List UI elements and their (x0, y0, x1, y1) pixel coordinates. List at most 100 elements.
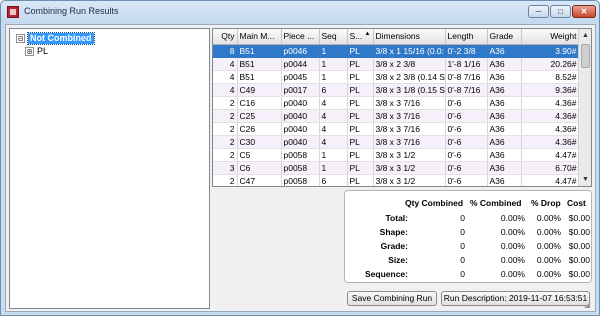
table-row[interactable]: 2 C47 p0058 6 PL 3/8 x 3 1/2 0'-6 A36 4.47# (213, 174, 580, 186)
cell-piece[interactable]: p0040 (281, 122, 320, 136)
column-header-length[interactable]: Length (445, 29, 488, 45)
cell-shape[interactable]: PL (347, 148, 374, 162)
cell-qty[interactable]: 4 (213, 57, 238, 71)
cell-weight[interactable]: 9.36# (521, 83, 580, 97)
cell-piece[interactable]: p0058 (281, 174, 320, 186)
cell-weight[interactable]: 4.36# (521, 96, 580, 110)
cell-piece[interactable]: p0040 (281, 96, 320, 110)
cell-weight[interactable]: 3.90# (521, 44, 580, 58)
cell-dimensions[interactable]: 3/8 x 2 3/8 (0.14 S (373, 70, 446, 84)
cell-length[interactable]: 0'-6 (445, 109, 488, 123)
cell-weight[interactable]: 4.36# (521, 109, 580, 123)
cell-grade[interactable]: A36 (487, 83, 522, 97)
minimize-button[interactable]: ─ (528, 5, 549, 18)
maximize-button[interactable]: □ (550, 5, 571, 18)
cell-main-member[interactable]: C47 (237, 174, 282, 186)
cell-weight[interactable]: 8.52# (521, 70, 580, 84)
cell-dimensions[interactable]: 3/8 x 2 3/8 (373, 57, 446, 71)
cell-grade[interactable]: A36 (487, 44, 522, 58)
cell-qty[interactable]: 4 (213, 83, 238, 97)
cell-piece[interactable]: p0040 (281, 135, 320, 149)
cell-length[interactable]: 0'-6 (445, 161, 488, 175)
cell-qty[interactable]: 8 (213, 44, 238, 58)
cell-main-member[interactable]: C5 (237, 148, 282, 162)
cell-shape[interactable]: PL (347, 174, 374, 186)
cell-shape[interactable]: PL (347, 83, 374, 97)
cell-piece[interactable]: p0044 (281, 57, 320, 71)
grid-vertical-scrollbar[interactable]: ▲ ▼ (578, 29, 591, 186)
cell-dimensions[interactable]: 3/8 x 3 7/16 (373, 135, 446, 149)
cell-seq[interactable]: 1 (319, 70, 348, 84)
cell-seq[interactable]: 1 (319, 57, 348, 71)
cell-weight[interactable]: 4.47# (521, 148, 580, 162)
cell-length[interactable]: 0'-8 7/16 (445, 70, 488, 84)
group-tree[interactable]: ⊟ Not Combined ⊞ PL (9, 28, 210, 309)
title-bar[interactable]: Combining Run Results ─ □ ✕ (1, 1, 599, 23)
cell-grade[interactable]: A36 (487, 70, 522, 84)
cell-length[interactable]: 0'-6 (445, 174, 488, 186)
column-header-seq[interactable]: Seq (319, 29, 348, 45)
table-row[interactable]: 2 C5 p0058 1 PL 3/8 x 3 1/2 0'-6 A36 4.47# (213, 148, 580, 162)
cell-weight[interactable]: 6.70# (521, 161, 580, 175)
cell-dimensions[interactable]: 3/8 x 1 15/16 (0.0: (373, 44, 446, 58)
cell-dimensions[interactable]: 3/8 x 3 7/16 (373, 109, 446, 123)
cell-dimensions[interactable]: 3/8 x 3 1/8 (0.15 S (373, 83, 446, 97)
cell-shape[interactable]: PL (347, 44, 374, 58)
cell-grade[interactable]: A36 (487, 96, 522, 110)
cell-piece[interactable]: p0045 (281, 70, 320, 84)
cell-weight[interactable]: 20.26# (521, 57, 580, 71)
cell-length[interactable]: 0'-6 (445, 96, 488, 110)
cell-shape[interactable]: PL (347, 57, 374, 71)
tree-node-not-combined[interactable]: ⊟ Not Combined (16, 31, 95, 45)
cell-piece[interactable]: p0017 (281, 83, 320, 97)
cell-qty[interactable]: 2 (213, 96, 238, 110)
cell-qty[interactable]: 2 (213, 174, 238, 186)
cell-qty[interactable]: 2 (213, 135, 238, 149)
results-grid[interactable]: Qty Main M... Piece ... Seq S... ▲ Dimens… (212, 28, 592, 187)
cell-grade[interactable]: A36 (487, 109, 522, 123)
cell-shape[interactable]: PL (347, 70, 374, 84)
cell-weight[interactable]: 4.36# (521, 135, 580, 149)
table-row[interactable]: 2 C16 p0040 4 PL 3/8 x 3 7/16 0'-6 A36 4.36# (213, 96, 580, 110)
cell-shape[interactable]: PL (347, 161, 374, 175)
cell-shape[interactable]: PL (347, 96, 374, 110)
tree-node-label[interactable]: Not Combined (27, 31, 95, 45)
cell-main-member[interactable]: C6 (237, 161, 282, 175)
cell-length[interactable]: 0'-6 (445, 122, 488, 136)
cell-shape[interactable]: PL (347, 109, 374, 123)
cell-length[interactable]: 1'-8 1/16 (445, 57, 488, 71)
resize-grip-icon[interactable]: ◢ (584, 300, 594, 310)
cell-dimensions[interactable]: 3/8 x 3 7/16 (373, 96, 446, 110)
cell-shape[interactable]: PL (347, 135, 374, 149)
table-row[interactable]: 4 C49 p0017 6 PL 3/8 x 3 1/8 (0.15 S 0'-8 7/16… (213, 83, 580, 97)
cell-main-member[interactable]: B51 (237, 57, 282, 71)
cell-dimensions[interactable]: 3/8 x 3 1/2 (373, 161, 446, 175)
table-row[interactable]: 2 C25 p0040 4 PL 3/8 x 3 7/16 0'-6 A36 4.36# (213, 109, 580, 123)
cell-seq[interactable]: 1 (319, 44, 348, 58)
cell-qty[interactable]: 2 (213, 148, 238, 162)
tree-node-label[interactable]: PL (37, 46, 48, 57)
cell-grade[interactable]: A36 (487, 57, 522, 71)
cell-grade[interactable]: A36 (487, 148, 522, 162)
cell-seq[interactable]: 4 (319, 135, 348, 149)
cell-length[interactable]: 0'-8 7/16 (445, 83, 488, 97)
column-header-main-member[interactable]: Main M... (237, 29, 282, 45)
cell-grade[interactable]: A36 (487, 161, 522, 175)
cell-dimensions[interactable]: 3/8 x 3 1/2 (373, 148, 446, 162)
cell-qty[interactable]: 2 (213, 122, 238, 136)
cell-dimensions[interactable]: 3/8 x 3 7/16 (373, 122, 446, 136)
column-header-piece[interactable]: Piece ... (281, 29, 320, 45)
table-row[interactable]: 2 C30 p0040 4 PL 3/8 x 3 7/16 0'-6 A36 4.36# (213, 135, 580, 149)
cell-seq[interactable]: 1 (319, 148, 348, 162)
expand-icon[interactable]: ⊞ (25, 46, 34, 56)
cell-grade[interactable]: A36 (487, 174, 522, 186)
scroll-down-icon[interactable]: ▼ (579, 173, 591, 186)
cell-main-member[interactable]: C26 (237, 122, 282, 136)
cell-length[interactable]: 0'-6 (445, 148, 488, 162)
table-row[interactable]: 2 C26 p0040 4 PL 3/8 x 3 7/16 0'-6 A36 4.36# (213, 122, 580, 136)
cell-dimensions[interactable]: 3/8 x 3 1/2 (373, 174, 446, 186)
cell-seq[interactable]: 6 (319, 174, 348, 186)
cell-piece[interactable]: p0046 (281, 44, 320, 58)
cell-piece[interactable]: p0058 (281, 161, 320, 175)
column-header-grade[interactable]: Grade (487, 29, 522, 45)
